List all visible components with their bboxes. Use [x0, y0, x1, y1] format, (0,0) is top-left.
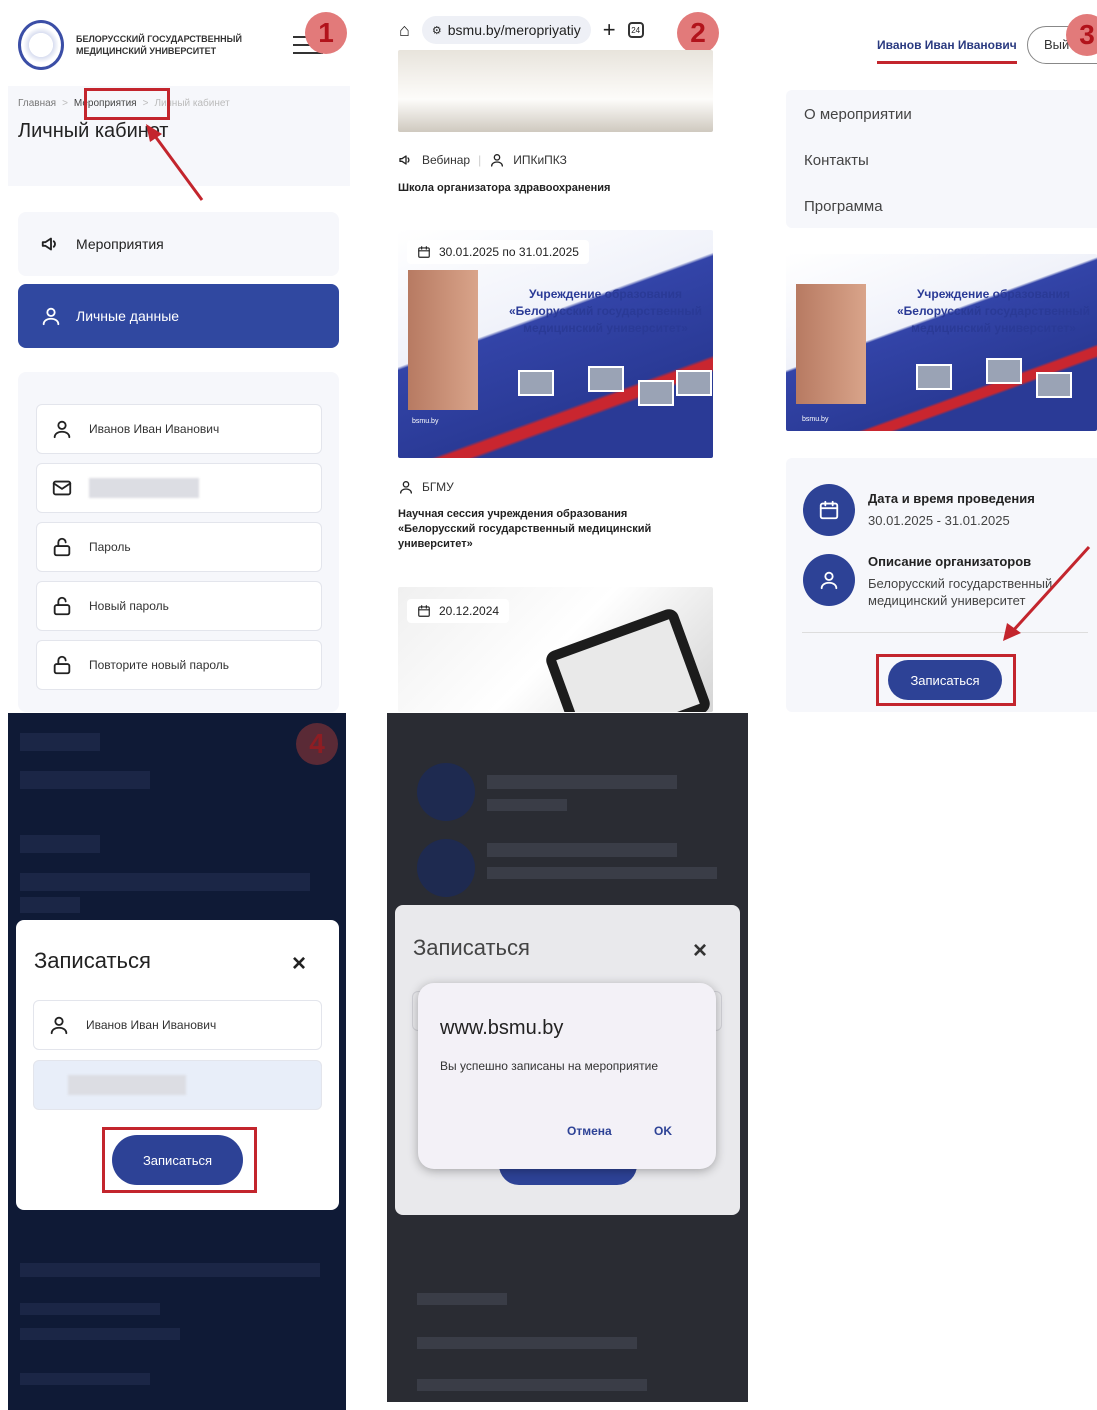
name-field[interactable]: Иванов Иван Иванович [33, 1000, 322, 1050]
lock-icon [53, 596, 71, 616]
lock-icon [53, 655, 71, 675]
menu-item-about[interactable]: О мероприятии [804, 106, 912, 123]
event-side-menu: О мероприятии Контакты Программа [786, 90, 1097, 228]
tabs-count-icon[interactable]: 24 [627, 22, 644, 38]
ok-button[interactable]: OK [654, 1124, 672, 1138]
dialog-message: Вы успешно записаны на мероприятие [440, 1059, 659, 1073]
organizer-value: Белорусский государственный медицинский … [868, 576, 1053, 608]
modal-title: Записаться [413, 935, 530, 960]
breadcrumb-home[interactable]: Главная [18, 98, 56, 109]
cancel-button[interactable]: Отмена [567, 1124, 612, 1138]
highlight-box [84, 88, 170, 120]
event-title[interactable]: Научная сессия учреждения образования «Б… [398, 507, 698, 552]
home-icon[interactable]: ⌂ [399, 20, 410, 41]
page-title: Личный кабинет [18, 120, 169, 142]
user-icon [400, 481, 412, 494]
event-date-chip: 30.01.2025 по 31.01.2025 [407, 240, 589, 264]
divider [802, 632, 1088, 633]
dialog-title: www.bsmu.by [440, 1017, 564, 1039]
user-icon [491, 154, 504, 167]
menu-item-contacts[interactable]: Контакты [804, 152, 869, 169]
date-value: 30.01.2025 - 31.01.2025 [868, 513, 1010, 528]
step-badge: 4 [296, 723, 338, 765]
calendar-icon [418, 246, 430, 258]
lock-icon [53, 537, 71, 557]
screen-events-list: ⌂ ⚙ bsmu.by/meropriyatiy + 24 2 Вебинар |… [387, 0, 747, 712]
event-image[interactable] [398, 50, 713, 132]
logo-text: БЕЛОРУССКИЙ ГОСУДАРСТВЕННЫЙ МЕДИЦИНСКИЙ … [76, 34, 242, 56]
user-icon [42, 307, 60, 326]
register-button[interactable]: Записаться [888, 660, 1002, 700]
new-tab-icon[interactable]: + [603, 17, 616, 43]
modal-title: Записаться [34, 948, 151, 973]
email-field[interactable] [36, 463, 322, 513]
menu-item-personal-data[interactable]: Личные данные [18, 284, 339, 348]
repeat-password-field[interactable]: Повторите новый пароль [36, 640, 322, 690]
user-icon-badge [803, 554, 855, 606]
name-field[interactable]: Иванов Иван Иванович [36, 404, 322, 454]
step-badge: 1 [305, 12, 347, 54]
banner-caption: bsmu.by [412, 418, 439, 425]
user-name[interactable]: Иванов Иван Иванович [877, 38, 1017, 64]
site-settings-icon[interactable]: ⚙ [432, 24, 442, 37]
email-field[interactable] [33, 1060, 322, 1110]
banner-title: Учреждение образования «Белорусский госу… [508, 287, 702, 335]
menu-item-events[interactable]: Мероприятия [18, 212, 339, 276]
calendar-icon [418, 605, 430, 617]
password-field[interactable]: Пароль [36, 522, 322, 572]
event-title[interactable]: Школа организатора здравоохранения [398, 181, 698, 196]
banner-title: Учреждение образования «Белорусский госу… [896, 287, 1090, 335]
event-date-chip: 20.12.2024 [407, 599, 510, 623]
redacted-email [68, 1075, 186, 1095]
event-organizer: БГМУ [398, 479, 454, 495]
new-password-field[interactable]: Новый пароль [36, 581, 322, 631]
step-badge: 2 [677, 12, 719, 54]
event-meta: Вебинар | ИПКиПКЗ [398, 152, 567, 168]
screen-register-modal: 4 Записаться × Иванов Иван Иванович Запи… [8, 713, 346, 1410]
register-modal: Записаться × Иванов Иван Иванович Записа… [16, 920, 339, 1210]
event-banner: Учреждение образования «Белорусский госу… [786, 254, 1097, 431]
screen-personal-account: БЕЛОРУССКИЙ ГОСУДАРСТВЕННЫЙ МЕДИЦИНСКИЙ … [0, 0, 355, 712]
user-icon [53, 420, 71, 439]
menu-item-program[interactable]: Программа [804, 198, 883, 215]
user-icon [820, 571, 838, 590]
calendar-icon [819, 500, 839, 520]
success-dialog: www.bsmu.by Вы успешно записаны на мероп… [418, 983, 716, 1169]
mail-icon [52, 480, 72, 496]
organizer-label: Описание организаторов [868, 554, 1032, 569]
url-bar[interactable]: ⚙ bsmu.by/meropriyatiy [421, 16, 591, 44]
redacted-email [89, 478, 199, 498]
date-label: Дата и время проведения [868, 491, 1035, 506]
megaphone-icon [41, 237, 56, 251]
close-icon[interactable]: × [292, 950, 306, 978]
university-logo[interactable] [18, 20, 64, 70]
register-button[interactable]: Записаться [112, 1135, 243, 1185]
event-banner[interactable]: Учреждение образования «Белорусский госу… [398, 230, 713, 458]
megaphone-icon [399, 155, 410, 165]
screen-event-details: Иванов Иван Иванович Выйти 3 О мероприят… [772, 0, 1097, 712]
screen-register-success: Записаться × www.bsmu.by Вы успешно запи… [387, 713, 748, 1402]
calendar-icon-badge [803, 484, 855, 536]
banner-caption: bsmu.by [802, 416, 829, 423]
user-icon [50, 1016, 68, 1035]
close-icon[interactable]: × [693, 937, 707, 965]
